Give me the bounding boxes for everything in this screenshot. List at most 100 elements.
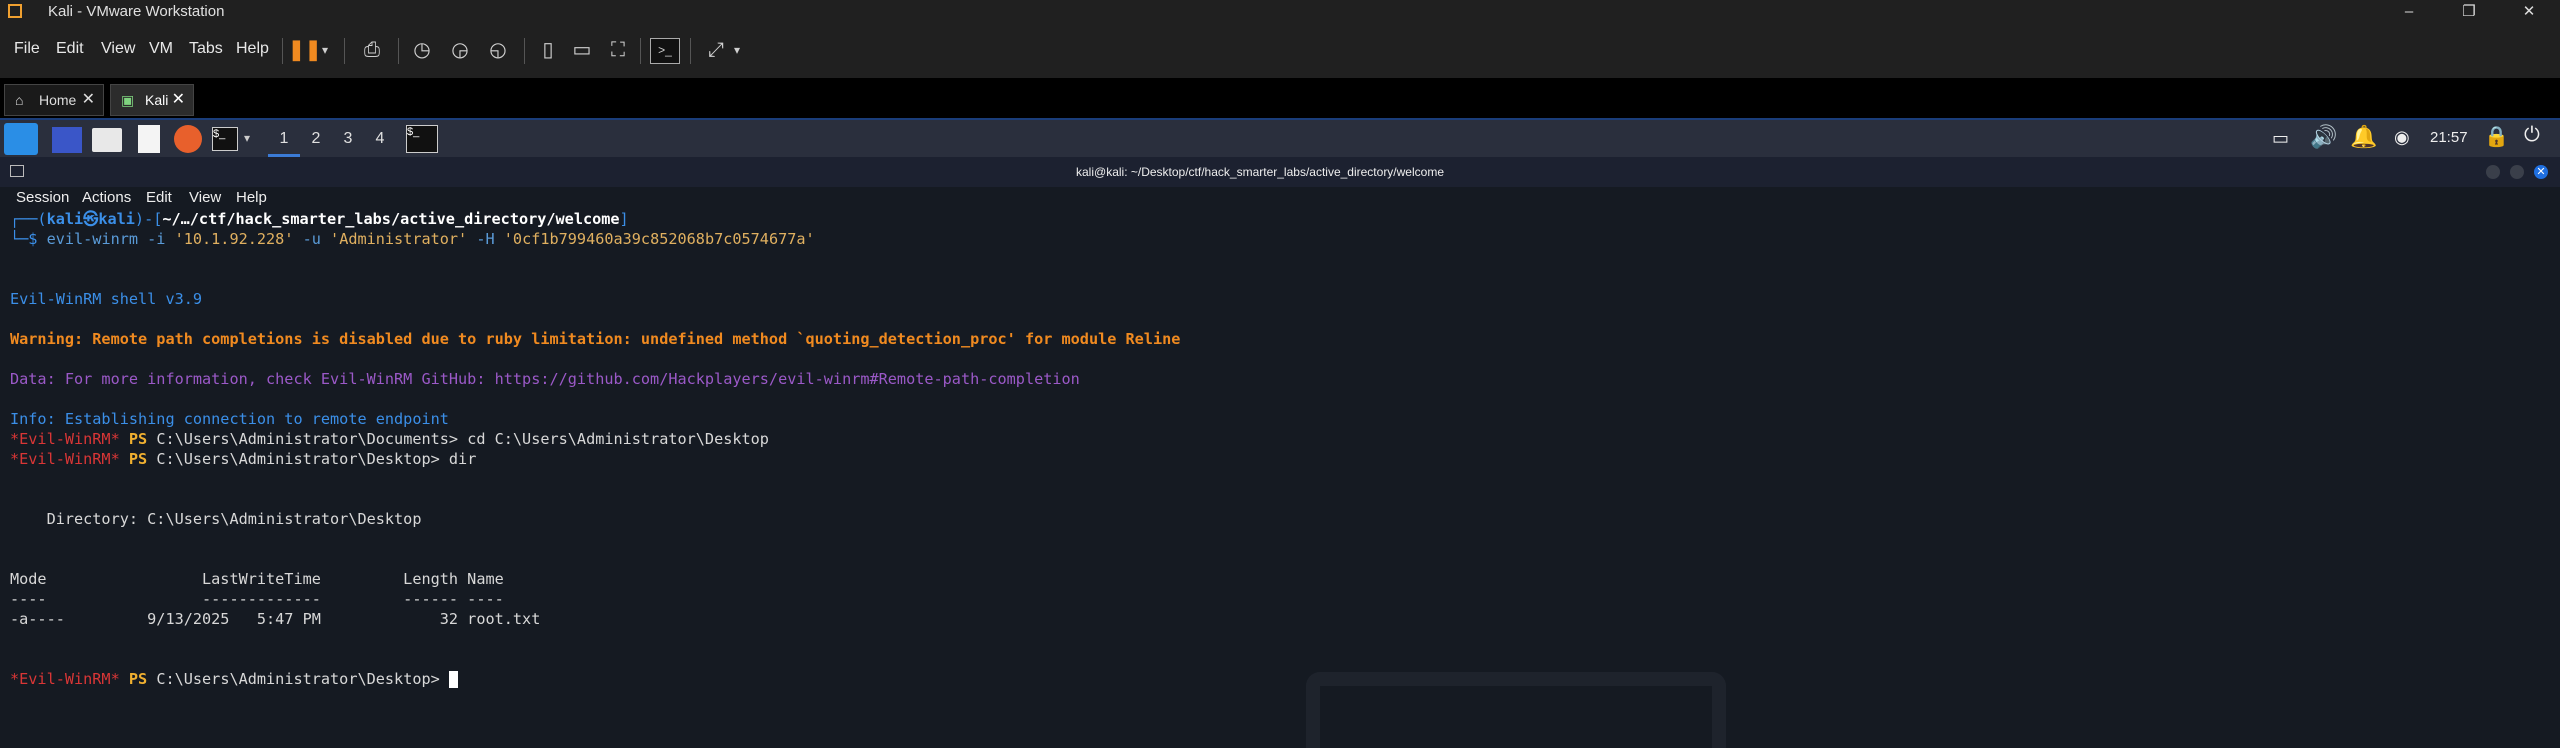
logout-icon[interactable]: ⏻ (2524, 124, 2540, 147)
workspace-2[interactable]: 2 (300, 120, 332, 157)
close-button[interactable]: ✕ (2500, 0, 2558, 24)
command-flag: -H (467, 230, 504, 248)
menu-file[interactable]: File (14, 40, 40, 58)
terminal-menu-edit[interactable]: Edit (146, 189, 172, 206)
send-keys-icon[interactable]: ⎙ (356, 36, 388, 64)
ps-label: PS (119, 450, 157, 468)
menu-help[interactable]: Help (236, 40, 269, 58)
terminal-menu-session[interactable]: Session (16, 189, 69, 206)
ps-command: C:\Users\Administrator\Desktop> (156, 670, 449, 688)
prompt-user-host: kali㉿kali (46, 210, 135, 228)
terminal-menu-view[interactable]: View (189, 189, 221, 206)
listing-underline: ---- ------------- ------ ---- (10, 590, 504, 608)
ps-command: C:\Users\Administrator\Documents> cd C:\… (156, 430, 769, 448)
chevron-down-icon[interactable]: ▾ (316, 36, 334, 64)
thumbnail-bar-icon[interactable]: ▭ (566, 36, 598, 64)
ps-line: *Evil-WinRM* PS C:\Users\Administrator\D… (10, 449, 476, 469)
fullscreen-icon[interactable]: ⛶ (602, 36, 634, 64)
lock-icon[interactable]: 🔒 (2484, 124, 2509, 149)
toolbar-separator (282, 38, 283, 64)
close-icon[interactable]: ✕ (2534, 165, 2548, 179)
terminal-menubar: Session Actions Edit View Help (0, 187, 2560, 209)
home-icon: ⌂ (15, 92, 24, 108)
prompt-line: ┌──(kali㉿kali)-[~/…/ctf/hack_smarter_lab… (10, 209, 629, 229)
revert-snapshot-icon[interactable]: ◶ (444, 36, 476, 64)
sidebar-icon[interactable]: ▯ (532, 36, 564, 64)
display-icon[interactable]: ▭ (2272, 128, 2289, 149)
command-name: evil-winrm (46, 230, 139, 248)
command-flag: -u (293, 230, 331, 248)
evil-prompt: *Evil-WinRM* (10, 670, 120, 688)
terminal-title: kali@kali: ~/Desktop/ctf/hack_smarter_la… (1076, 165, 1444, 179)
kali-panel: $_ ▾ 1 2 3 4 $_ ▭ 🔊 🔔 ◉ 21:57 🔒 ⏻ (0, 118, 2560, 157)
ps-label: PS (119, 670, 157, 688)
toolbar-separator (690, 38, 691, 64)
menu-bar: File Edit View VM Tabs Help ❚❚ ▾ ⎙ ◷ ◶ ◵… (0, 24, 2560, 78)
menu-edit[interactable]: Edit (56, 40, 84, 58)
command-line: └─$ evil-winrm -i '10.1.92.228' -u 'Admi… (10, 229, 815, 249)
maximize-button[interactable]: ❐ (2440, 0, 2498, 24)
minimize-icon[interactable] (2486, 165, 2500, 179)
warning-line: Warning: Remote path completions is disa… (10, 330, 1181, 348)
notification-bell-icon[interactable]: 🔔 (2350, 124, 2377, 150)
text-editor-icon[interactable] (138, 125, 160, 153)
window-titlebar: Kali - VMware Workstation – ❐ ✕ (0, 0, 2560, 24)
tab-home[interactable]: ⌂ Home ✕ (4, 84, 104, 116)
workspace-4[interactable]: 4 (364, 120, 396, 157)
terminal-window: kali@kali: ~/Desktop/ctf/hack_smarter_la… (0, 157, 2560, 748)
close-icon[interactable]: ✕ (82, 85, 95, 115)
prompt-dollar: └─$ (10, 230, 47, 248)
toolbar-separator (640, 38, 641, 64)
tab-bar: ⌂ Home ✕ ▣ Kali ✕ (0, 78, 2560, 118)
text-cursor (448, 671, 458, 688)
prompt-mid: )-[ (134, 210, 163, 228)
menu-vm[interactable]: VM (149, 40, 173, 58)
firefox-icon[interactable] (174, 125, 202, 153)
listing-header: Mode LastWriteTime Length Name (10, 570, 504, 588)
data-line: Data: For more information, check Evil-W… (10, 370, 1080, 388)
power-status-icon[interactable]: ◉ (2394, 127, 2410, 148)
prompt-open: ┌──( (10, 210, 47, 228)
console-view-icon[interactable]: >_ (650, 38, 680, 64)
vmware-icon (8, 4, 22, 18)
menu-tabs[interactable]: Tabs (189, 40, 223, 58)
terminal-launcher-icon[interactable]: $_ (212, 127, 238, 151)
vm-icon: ▣ (121, 92, 135, 108)
tab-label: Kali (145, 92, 169, 108)
listing-row: -a---- 9/13/2025 5:47 PM 32 root.txt (10, 610, 541, 628)
terminal-task-icon[interactable]: $_ (406, 125, 438, 153)
kali-menu-icon[interactable] (4, 123, 38, 155)
file-manager-icon[interactable] (92, 128, 122, 152)
evil-prompt: *Evil-WinRM* (10, 450, 120, 468)
shell-version-line: Evil-WinRM shell v3.9 (10, 290, 203, 308)
ps-line: *Evil-WinRM* PS C:\Users\Administrator\D… (10, 429, 769, 449)
ps-line: *Evil-WinRM* PS C:\Users\Administrator\D… (10, 669, 458, 689)
snapshot-icon[interactable]: ◷ (406, 36, 438, 64)
close-icon[interactable]: ✕ (172, 85, 185, 115)
prompt-close: ] (619, 210, 629, 228)
volume-icon[interactable]: 🔊 (2310, 124, 2337, 150)
chevron-down-icon[interactable]: ▾ (728, 36, 746, 64)
panel-clock[interactable]: 21:57 (2430, 129, 2468, 146)
menu-view[interactable]: View (101, 40, 135, 58)
toolbar-separator (398, 38, 399, 64)
tab-kali[interactable]: ▣ Kali ✕ (110, 84, 194, 116)
maximize-icon[interactable] (2510, 165, 2524, 179)
terminal-titlebar: kali@kali: ~/Desktop/ctf/hack_smarter_la… (0, 157, 2560, 187)
terminal-menu-actions[interactable]: Actions (82, 189, 131, 206)
directory-line: Directory: C:\Users\Administrator\Deskto… (10, 510, 422, 528)
workspace-1[interactable]: 1 (268, 120, 300, 157)
show-desktop-icon[interactable] (52, 127, 82, 153)
command-hash: '0cf1b799460a39c852068b7c0574677a' (503, 230, 815, 248)
terminal-menu-help[interactable]: Help (236, 189, 267, 206)
command-flag: -i (138, 230, 175, 248)
info-line: Info: Establishing connection to remote … (10, 410, 449, 428)
minimize-button[interactable]: – (2380, 0, 2438, 24)
snapshot-manager-icon[interactable]: ◵ (482, 36, 514, 64)
window-title: Kali - VMware Workstation (48, 3, 225, 20)
toolbar-separator (344, 38, 345, 64)
ps-command: C:\Users\Administrator\Desktop> dir (156, 450, 477, 468)
workspace-3[interactable]: 3 (332, 120, 364, 157)
command-ip: '10.1.92.228' (174, 230, 294, 248)
terminal-output[interactable]: ┌──(kali㉿kali)-[~/…/ctf/hack_smarter_lab… (10, 209, 2550, 744)
